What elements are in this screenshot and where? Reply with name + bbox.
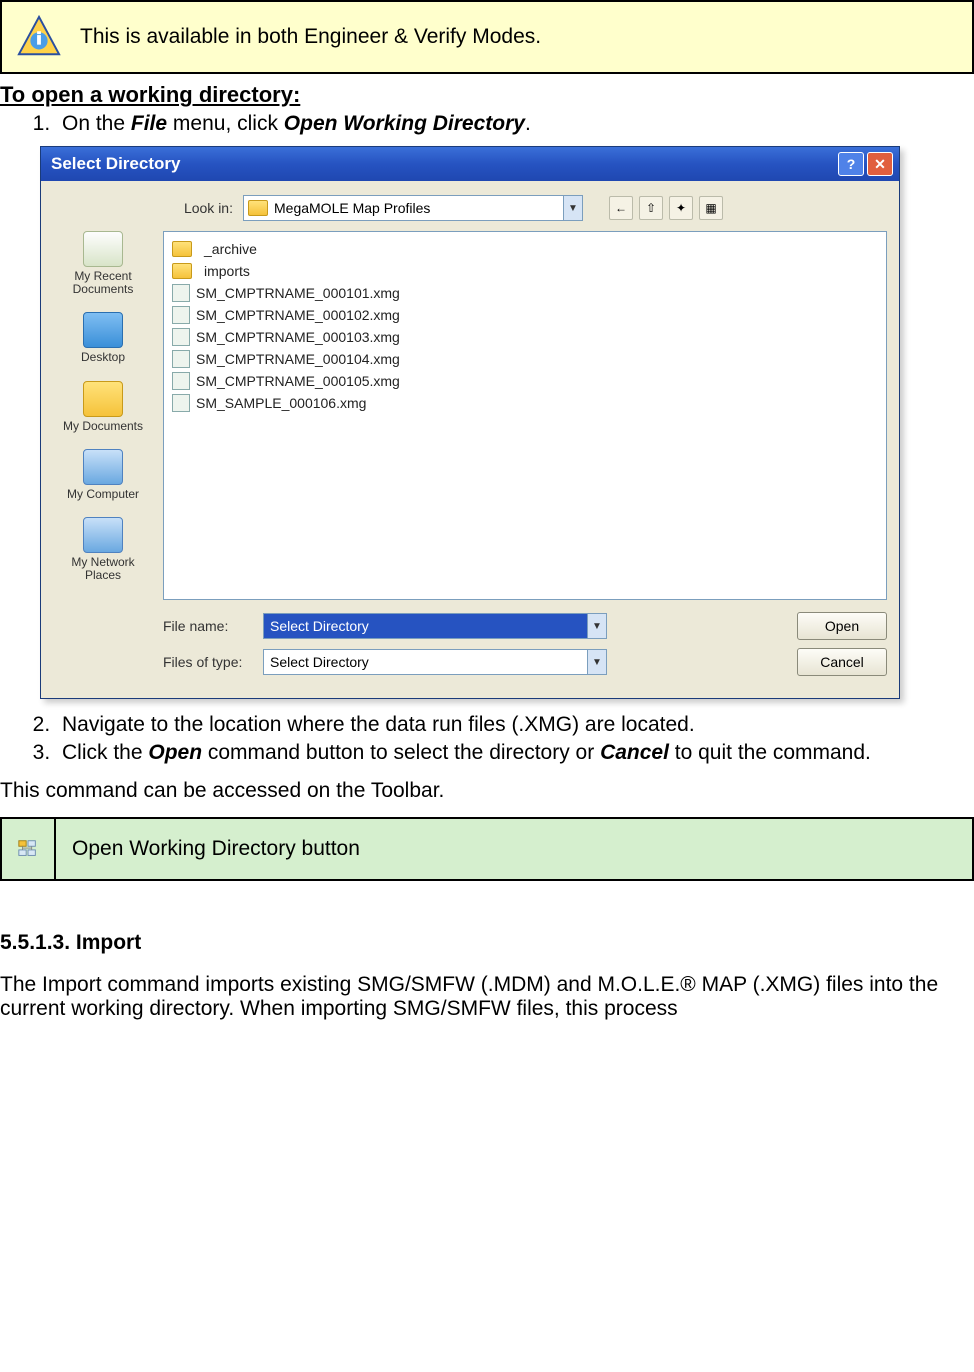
filetype-combo[interactable]: Select Directory ▼ [263, 649, 607, 675]
select-directory-dialog: Select Directory ? ✕ My Recent Documents… [40, 146, 900, 699]
filename-input[interactable]: Select Directory ▼ [263, 613, 607, 639]
chevron-down-icon[interactable]: ▼ [587, 650, 606, 674]
info-banner: This is available in both Engineer & Ver… [0, 0, 974, 74]
file-icon [172, 284, 190, 302]
toolbar-note: This command can be accessed on the Tool… [0, 779, 974, 803]
step-2: Navigate to the location where the data … [56, 713, 974, 737]
file-icon [172, 394, 190, 412]
place-desktop[interactable]: Desktop [53, 308, 153, 372]
file-icon [172, 350, 190, 368]
file-icon [172, 372, 190, 390]
import-heading: 5.5.1.3. Import [0, 931, 974, 955]
folder-icon [248, 200, 268, 216]
new-folder-icon[interactable]: ✦ [669, 196, 693, 220]
list-item[interactable]: SM_CMPTRNAME_000102.xmg [172, 304, 878, 326]
list-item[interactable]: SM_CMPTRNAME_000105.xmg [172, 370, 878, 392]
place-recent[interactable]: My Recent Documents [53, 227, 153, 304]
filename-label: File name: [163, 618, 253, 634]
views-icon[interactable]: ▦ [699, 196, 723, 220]
filetype-label: Files of type: [163, 654, 253, 670]
lookin-combo[interactable]: MegaMOLE Map Profiles ▼ [243, 195, 583, 221]
close-button[interactable]: ✕ [867, 152, 893, 176]
help-button[interactable]: ? [838, 152, 864, 176]
lookin-value: MegaMOLE Map Profiles [274, 200, 430, 216]
list-item[interactable]: imports [172, 260, 878, 282]
chevron-down-icon[interactable]: ▼ [587, 614, 606, 638]
place-network[interactable]: My Network Places [53, 513, 153, 590]
place-mycomputer[interactable]: My Computer [53, 445, 153, 509]
import-paragraph: The Import command imports existing SMG/… [0, 973, 974, 1021]
up-icon[interactable]: ⇧ [639, 196, 663, 220]
chevron-down-icon[interactable]: ▼ [563, 196, 582, 220]
cancel-button[interactable]: Cancel [797, 648, 887, 676]
procedure-heading: To open a working directory: [0, 82, 974, 108]
place-mydocs[interactable]: My Documents [53, 377, 153, 441]
file-list[interactable]: _archive imports SM_CMPTRNAME_000101.xmg… [163, 231, 887, 600]
dialog-title: Select Directory [51, 154, 180, 174]
lookin-label: Look in: [163, 200, 233, 216]
back-icon[interactable]: ← [609, 196, 633, 220]
dialog-titlebar: Select Directory ? ✕ [41, 147, 899, 181]
open-button[interactable]: Open [797, 612, 887, 640]
list-item[interactable]: SM_SAMPLE_000106.xmg [172, 392, 878, 414]
toolbar-button-box: Open Working Directory button [0, 817, 974, 881]
places-bar: My Recent Documents Desktop My Documents… [53, 227, 153, 684]
list-item[interactable]: _archive [172, 238, 878, 260]
list-item[interactable]: SM_CMPTRNAME_000104.xmg [172, 348, 878, 370]
file-icon [172, 306, 190, 324]
info-banner-text: This is available in both Engineer & Ver… [80, 25, 541, 49]
open-directory-toolbar-icon [17, 838, 39, 860]
alert-info-icon [16, 14, 62, 60]
step-3: Click the Open command button to select … [56, 741, 974, 765]
folder-icon [172, 241, 192, 257]
list-item[interactable]: SM_CMPTRNAME_000101.xmg [172, 282, 878, 304]
folder-icon [172, 263, 192, 279]
toolbar-button-label: Open Working Directory button [56, 819, 376, 879]
list-item[interactable]: SM_CMPTRNAME_000103.xmg [172, 326, 878, 348]
step-1: On the File menu, click Open Working Dir… [56, 112, 974, 136]
file-icon [172, 328, 190, 346]
